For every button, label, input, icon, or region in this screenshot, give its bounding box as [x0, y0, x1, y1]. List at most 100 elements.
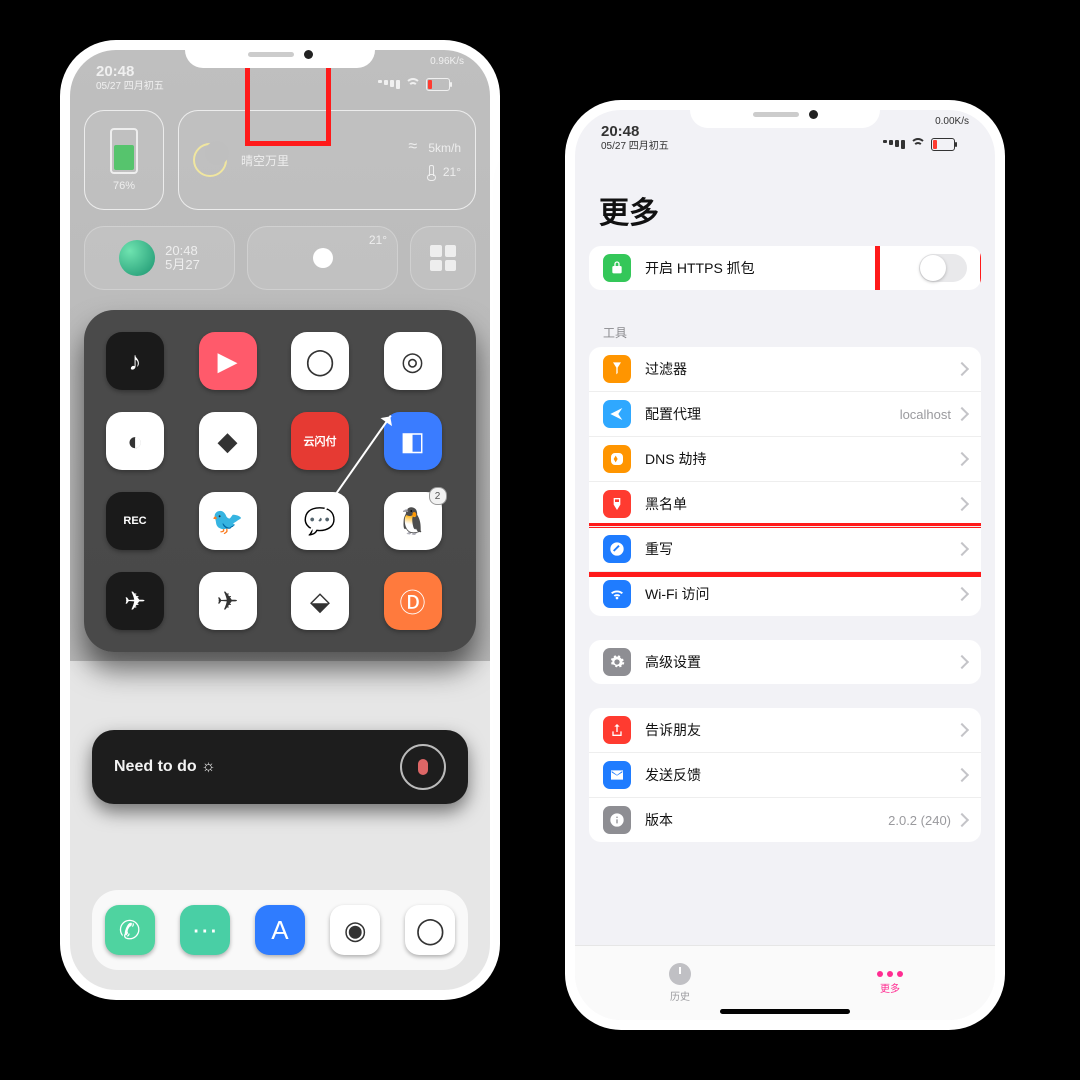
- dns-icon: [603, 445, 631, 473]
- app-qq[interactable]: 🐧2: [384, 492, 442, 550]
- chevron-right-icon: [955, 497, 969, 511]
- filter-icon: [603, 355, 631, 383]
- app-box[interactable]: ⬙: [291, 572, 349, 630]
- app-didi[interactable]: Ⓓ: [384, 572, 442, 630]
- tell-icon: [603, 716, 631, 744]
- temp-widget[interactable]: 21°: [247, 226, 398, 290]
- row-wifi[interactable]: Wi-Fi 访问: [589, 571, 981, 616]
- wifi-icon: [911, 138, 925, 152]
- rewrite-icon: [603, 535, 631, 563]
- dock: ✆ ⋯ A ◉ ◯: [92, 890, 468, 970]
- app-telegram-dark[interactable]: ✈: [106, 572, 164, 630]
- phone-settings: 20:4805/27 四月初五 0.00K/s 更多 开启 HTTPS 抓包 工…: [565, 100, 1005, 1030]
- row-label: 版本: [645, 810, 888, 830]
- cell-icon: [378, 80, 400, 89]
- row-label: Wi-Fi 访问: [645, 584, 957, 604]
- app-stream[interactable]: ◯: [291, 332, 349, 390]
- dock-stream-dock[interactable]: ◯: [405, 905, 455, 955]
- blacklist-icon: [603, 490, 631, 518]
- todo-widget[interactable]: Need to do ☼: [92, 730, 468, 804]
- row-dns[interactable]: DNS 劫持: [589, 436, 981, 481]
- row-label: 高级设置: [645, 652, 957, 672]
- page-title: 更多: [575, 182, 995, 246]
- weather-desc: 晴空万里: [241, 152, 371, 169]
- app-rec[interactable]: REC: [106, 492, 164, 550]
- battery-pct: 76%: [113, 180, 135, 192]
- app-shortcuts[interactable]: ◆: [199, 412, 257, 470]
- dock-messages[interactable]: ⋯: [180, 905, 230, 955]
- row-advanced[interactable]: 高级设置: [589, 640, 981, 684]
- row-proxy[interactable]: 配置代理localhost: [589, 391, 981, 436]
- dock-appstore[interactable]: A: [255, 905, 305, 955]
- row-label: 黑名单: [645, 494, 957, 514]
- dock-phone[interactable]: ✆: [105, 905, 155, 955]
- date-big: 5月27: [165, 258, 200, 272]
- app-unionpay[interactable]: 云闪付: [291, 412, 349, 470]
- chevron-right-icon: [955, 813, 969, 827]
- gear-icon: [603, 648, 631, 676]
- temp: 21°: [443, 165, 461, 179]
- calc-widget[interactable]: [410, 226, 476, 290]
- battery-widget[interactable]: 76%: [84, 110, 164, 210]
- row-value: 2.0.2 (240): [888, 813, 951, 828]
- app-twitter[interactable]: 🐦: [199, 492, 257, 550]
- app-youtube[interactable]: ▶: [199, 332, 257, 390]
- status-date: 05/27 四月初五: [96, 81, 164, 92]
- home-screen: 20:48 05/27 四月初五 0.96K/s 76% 晴空万里 5km/h: [70, 50, 490, 990]
- more-icon: [877, 971, 903, 977]
- app-telegram[interactable]: ✈: [199, 572, 257, 630]
- status-date: 05/27 四月初五: [601, 141, 669, 152]
- chevron-right-icon: [955, 452, 969, 466]
- temp-pill: 21°: [369, 233, 387, 247]
- row-label: 过滤器: [645, 359, 957, 379]
- wind-icon: [408, 141, 422, 155]
- tab-label: 历史: [670, 988, 690, 1003]
- mic-button[interactable]: [400, 744, 446, 790]
- avatar-icon: [119, 240, 155, 276]
- moon-icon: [193, 143, 227, 177]
- home-indicator[interactable]: [720, 1009, 850, 1014]
- section-header-tools: 工具: [575, 314, 995, 347]
- app-spotlight[interactable]: ◎: [384, 332, 442, 390]
- row-tell[interactable]: 告诉朋友: [589, 708, 981, 752]
- row-rewrite[interactable]: 重写: [589, 526, 981, 571]
- wifi-icon: [603, 580, 631, 608]
- highlight-box-toggle: [875, 246, 981, 290]
- chevron-right-icon: [955, 362, 969, 376]
- feedback-icon: [603, 761, 631, 789]
- tab-label: 更多: [880, 980, 900, 995]
- chevron-right-icon: [955, 655, 969, 669]
- chevron-right-icon: [955, 407, 969, 421]
- settings-screen: 20:4805/27 四月初五 0.00K/s 更多 开启 HTTPS 抓包 工…: [575, 110, 995, 1020]
- group-tools: 过滤器配置代理localhost DNS 劫持黑名单重写 Wi-Fi 访问: [589, 347, 981, 616]
- battery-icon: [426, 78, 450, 91]
- notch: [690, 100, 880, 128]
- phone-home: 20:48 05/27 四月初五 0.96K/s 76% 晴空万里 5km/h: [60, 40, 500, 1000]
- battery-icon: [931, 138, 955, 151]
- todo-text: Need to do ☼: [114, 758, 216, 776]
- app-cmbchina[interactable]: ◐: [106, 412, 164, 470]
- row-value: localhost: [900, 407, 951, 422]
- group-advanced: 高级设置: [589, 640, 981, 684]
- row-filter[interactable]: 过滤器: [589, 347, 981, 391]
- wind-speed: 5km/h: [428, 141, 461, 155]
- row-label: DNS 劫持: [645, 449, 957, 469]
- proxy-icon: [603, 400, 631, 428]
- sun-icon: [313, 248, 333, 268]
- status-time: 20:48: [601, 124, 669, 141]
- status-net: 0.96K/s: [430, 56, 464, 67]
- app-chat[interactable]: 💬: [291, 492, 349, 550]
- dock-camera[interactable]: ◉: [330, 905, 380, 955]
- time-big: 20:48: [165, 244, 200, 258]
- mic-icon: [418, 759, 428, 775]
- app-douyin[interactable]: ♪: [106, 332, 164, 390]
- cell-icon: [883, 140, 905, 149]
- row-version[interactable]: 版本2.0.2 (240): [589, 797, 981, 842]
- row-feedback[interactable]: 发送反馈: [589, 752, 981, 797]
- battery-fill-icon: [110, 128, 138, 174]
- badge: 2: [429, 487, 447, 505]
- row-label: 重写: [645, 539, 957, 559]
- row-blacklist[interactable]: 黑名单: [589, 481, 981, 526]
- clock-widget[interactable]: 20:485月27: [84, 226, 235, 290]
- app-folder[interactable]: ♪▶◯◎◐◆云闪付◧REC🐦💬🐧2✈✈⬙Ⓓ: [84, 310, 476, 652]
